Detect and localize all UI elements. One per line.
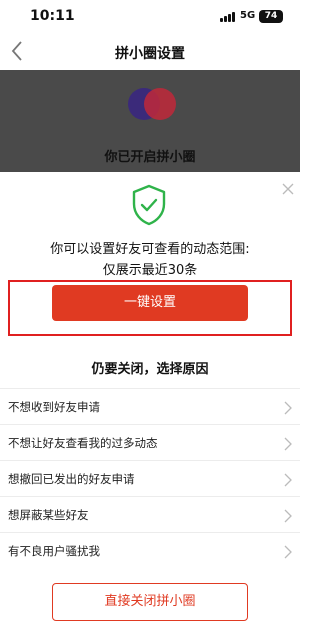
chevron-right-icon: [284, 400, 292, 415]
app-logo-icon: [124, 86, 180, 122]
close-circle-button[interactable]: 直接关闭拼小圈: [52, 583, 248, 621]
reason-item[interactable]: 想屏蔽某些好友: [0, 496, 300, 532]
signal-icon: [220, 12, 236, 22]
info-text: 你可以设置好友可查看的动态范围:: [50, 242, 250, 257]
reason-item[interactable]: 想撤回已发出的好友申请: [0, 460, 300, 496]
battery-icon: 74: [259, 10, 283, 23]
page-title: 拼小圈设置: [115, 46, 185, 62]
reason-item[interactable]: 不想收到好友申请: [0, 388, 300, 424]
chevron-right-icon: [284, 508, 292, 523]
reason-label: 有不良用户骚扰我: [8, 544, 100, 558]
chevron-right-icon: [284, 544, 292, 559]
reason-label: 不想让好友查看我的过多动态: [8, 436, 158, 450]
banner-text: 你已开启拼小圈: [104, 150, 196, 165]
settings-sheet: 你可以设置好友可查看的动态范围: 仅展示最近30条 一键设置 仍要关闭，选择原因…: [0, 172, 300, 632]
one-click-setup-button[interactable]: 一键设置: [52, 285, 248, 321]
reason-label: 想屏蔽某些好友: [8, 508, 89, 522]
chevron-right-icon: [284, 472, 292, 487]
reason-item[interactable]: 有不良用户骚扰我: [0, 532, 300, 568]
nav-bar: 拼小圈设置: [0, 34, 300, 70]
reason-item[interactable]: 不想让好友查看我的过多动态: [0, 424, 300, 460]
info-subtext: 仅展示最近30条: [102, 263, 198, 278]
reason-label: 不想收到好友申请: [8, 400, 100, 414]
close-icon[interactable]: [282, 180, 294, 195]
chevron-right-icon: [284, 436, 292, 451]
status-banner: 你已开启拼小圈: [0, 70, 300, 172]
reason-label: 想撤回已发出的好友申请: [8, 472, 135, 486]
shield-check-icon: [131, 184, 167, 226]
status-bar: 10:11 5G 74: [0, 0, 300, 34]
section-title: 仍要关闭，选择原因: [91, 362, 209, 377]
status-time: 10:11: [30, 8, 75, 24]
network-label: 5G: [240, 10, 256, 21]
